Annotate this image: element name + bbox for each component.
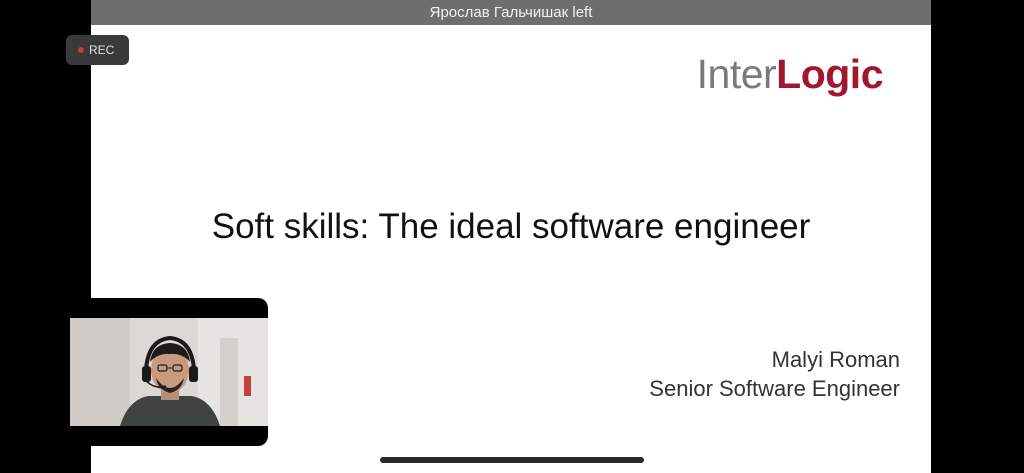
- presenter-info: Malyi Roman Senior Software Engineer: [649, 345, 900, 403]
- interlogic-logo: InterLogic: [696, 49, 884, 99]
- logo-part-inter: Inter: [696, 51, 777, 97]
- logo-part-logic: Logic: [776, 51, 883, 97]
- participant-video: [70, 318, 268, 426]
- presenter-role: Senior Software Engineer: [649, 376, 900, 401]
- recording-label: REC: [89, 43, 115, 57]
- participant-video-tile[interactable]: [70, 298, 268, 446]
- presenter-name: Malyi Roman: [771, 347, 900, 372]
- recording-badge[interactable]: REC: [66, 35, 129, 65]
- participant-left-banner: Ярослав Гальчишак left: [91, 0, 931, 25]
- slide-title: Soft skills: The ideal software engineer: [211, 207, 811, 246]
- home-indicator[interactable]: [380, 457, 644, 463]
- record-dot-icon: [78, 46, 84, 53]
- participant-left-text: Ярослав Гальчишак left: [429, 4, 593, 21]
